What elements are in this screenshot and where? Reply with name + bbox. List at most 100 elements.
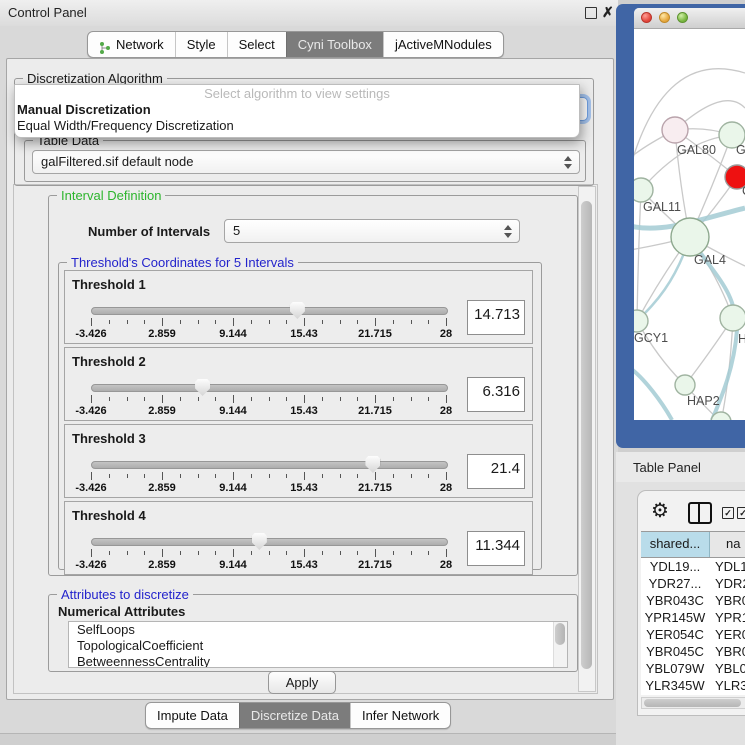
scrollbar-thumb[interactable] xyxy=(555,623,565,645)
cell-shared-name[interactable]: YDL19... xyxy=(641,558,709,575)
minimize-traffic-light[interactable] xyxy=(659,12,670,23)
dropdown-options: Manual DiscretizationEqual Width/Frequen… xyxy=(15,102,579,134)
tab-infer-network[interactable]: Infer Network xyxy=(350,703,450,728)
close-traffic-light[interactable] xyxy=(641,12,652,23)
slider-thumb[interactable] xyxy=(252,533,267,550)
cell-name[interactable]: YBL0 xyxy=(709,660,745,677)
network-node[interactable] xyxy=(720,305,745,331)
attributes-scrollbar[interactable] xyxy=(553,622,567,667)
tab-jactivemnodules[interactable]: jActiveMNodules xyxy=(383,32,503,57)
cell-name[interactable]: YIL0 xyxy=(709,694,745,695)
table-row[interactable]: YIL052CYIL0 xyxy=(641,694,745,695)
tab-discretize-data[interactable]: Discretize Data xyxy=(239,703,350,728)
table-data-combobox[interactable]: galFiltered.sif default node xyxy=(32,150,580,174)
slider-track[interactable] xyxy=(91,461,448,469)
column-header-name[interactable]: na xyxy=(710,532,745,557)
threshold-panel: Threshold 4-3.4262.8599.14415.4321.71528… xyxy=(64,501,533,575)
scrollbar-thumb[interactable] xyxy=(644,699,741,707)
slider-thumb[interactable] xyxy=(365,456,380,473)
network-canvas[interactable]: GAL80GCGAL11GAL4GCY1HHAP2 xyxy=(634,28,745,420)
network-node[interactable] xyxy=(662,117,688,143)
table-rows: YDL19...YDL1YDR27...YDR2YBR043CYBR0YPR14… xyxy=(641,558,745,695)
slider-thumb[interactable] xyxy=(290,302,305,319)
attribute-item[interactable]: BetweennessCentrality xyxy=(69,654,567,668)
gear-icon[interactable]: ⚙ xyxy=(651,498,669,523)
numerical-attributes-label: Numerical Attributes xyxy=(58,604,185,619)
table-row[interactable]: YPR145WYPR1 xyxy=(641,609,745,626)
cell-shared-name[interactable]: YLR345W xyxy=(641,677,709,694)
tab-label: jActiveMNodules xyxy=(395,32,492,57)
tick-label: 28 xyxy=(440,405,452,417)
table-horizontal-scrollbar[interactable] xyxy=(641,697,745,709)
apply-button[interactable]: Apply xyxy=(268,671,336,694)
network-node[interactable] xyxy=(675,375,695,395)
attribute-item[interactable]: TopologicalCoefficient xyxy=(69,638,567,654)
close-icon[interactable]: ✗ xyxy=(602,4,614,21)
cell-shared-name[interactable]: YER054C xyxy=(641,626,709,643)
table-row[interactable]: YBL079WYBL0 xyxy=(641,660,745,677)
cell-name[interactable]: YDR2 xyxy=(709,575,745,592)
table-row[interactable]: YBR045CYBR0 xyxy=(641,643,745,660)
cell-shared-name[interactable]: YDR27... xyxy=(641,575,709,592)
dropdown-option[interactable]: Manual Discretization xyxy=(15,102,579,118)
tab-label: Network xyxy=(116,32,164,57)
slider-tick-labels: -3.4262.8599.14415.4321.71528 xyxy=(91,482,446,493)
tick-label: 15.43 xyxy=(290,405,318,417)
tick-label: 9.144 xyxy=(219,328,247,340)
checkbox-checked-icon[interactable]: ✓ xyxy=(722,507,734,519)
dropdown-option[interactable]: Equal Width/Frequency Discretization xyxy=(15,118,579,134)
table-row[interactable]: YDL19...YDL1 xyxy=(641,558,745,575)
cell-name[interactable]: YBR0 xyxy=(709,643,745,660)
column-header-shared[interactable]: shared... xyxy=(641,532,710,557)
tab-style[interactable]: Style xyxy=(175,32,227,57)
network-node[interactable] xyxy=(634,178,653,202)
scrollbar-thumb[interactable] xyxy=(581,201,592,669)
cell-name[interactable]: YPR1 xyxy=(709,609,745,626)
table-row[interactable]: YDR27...YDR2 xyxy=(641,575,745,592)
number-of-intervals-spinner[interactable]: 5 xyxy=(224,219,520,243)
cell-name[interactable]: YBR0 xyxy=(709,592,745,609)
slider-track[interactable] xyxy=(91,384,448,392)
top-tabstrip: Network Style Select Cyni Toolbox jActiv… xyxy=(87,31,504,58)
cell-name[interactable]: YER0 xyxy=(709,626,745,643)
cell-shared-name[interactable]: YBR043C xyxy=(641,592,709,609)
tab-label: Impute Data xyxy=(157,703,228,728)
tab-select[interactable]: Select xyxy=(227,32,286,57)
table-row[interactable]: YBR043CYBR0 xyxy=(641,592,745,609)
attribute-item[interactable]: SelfLoops xyxy=(69,622,567,638)
table-panel-area: ⚙ ✓ ✓ shared... na YDL19...YDL1YDR27...Y… xyxy=(616,482,745,745)
cell-shared-name[interactable]: YIL052C xyxy=(641,694,709,695)
threshold-panel: Threshold 1-3.4262.8599.14415.4321.71528… xyxy=(64,270,533,344)
settings-scrollbar[interactable] xyxy=(578,186,596,692)
slider-track[interactable] xyxy=(91,538,448,546)
tab-cyni-toolbox[interactable]: Cyni Toolbox xyxy=(286,32,383,57)
cell-name[interactable]: YDL1 xyxy=(709,558,745,575)
cell-shared-name[interactable]: YBR045C xyxy=(641,643,709,660)
checkbox-checked-icon[interactable]: ✓ xyxy=(737,507,745,519)
network-node-label: G xyxy=(736,143,745,157)
table-row[interactable]: YER054CYER0 xyxy=(641,626,745,643)
network-window-titlebar xyxy=(634,8,745,29)
node-table: shared... na YDL19...YDL1YDR27...YDR2YBR… xyxy=(641,531,745,695)
float-window-icon[interactable] xyxy=(585,7,597,19)
tab-label: Style xyxy=(187,32,216,57)
algorithm-dropdown-popup: Select algorithm to view settings Manual… xyxy=(14,84,580,138)
threshold-value-field[interactable]: 11.344 xyxy=(467,531,525,566)
cell-shared-name[interactable]: YPR145W xyxy=(641,609,709,626)
zoom-traffic-light[interactable] xyxy=(677,12,688,23)
threshold-value-field[interactable]: 21.4 xyxy=(467,454,525,489)
table-row[interactable]: YLR345WYLR3 xyxy=(641,677,745,694)
threshold-value-field[interactable]: 14.713 xyxy=(467,300,525,335)
network-graph-icon xyxy=(99,38,111,52)
tab-network[interactable]: Network xyxy=(88,32,175,57)
cell-name[interactable]: YLR3 xyxy=(709,677,745,694)
cell-shared-name[interactable]: YBL079W xyxy=(641,660,709,677)
slider-thumb[interactable] xyxy=(195,379,210,396)
network-node[interactable] xyxy=(671,218,709,256)
slider-track[interactable] xyxy=(91,307,448,315)
threshold-value-field[interactable]: 6.316 xyxy=(467,377,525,412)
numerical-attributes-list[interactable]: SelfLoopsTopologicalCoefficientBetweenne… xyxy=(68,621,568,668)
tab-impute-data[interactable]: Impute Data xyxy=(146,703,239,728)
tab-label: Discretize Data xyxy=(251,703,339,728)
column-layout-icon[interactable] xyxy=(688,502,712,524)
